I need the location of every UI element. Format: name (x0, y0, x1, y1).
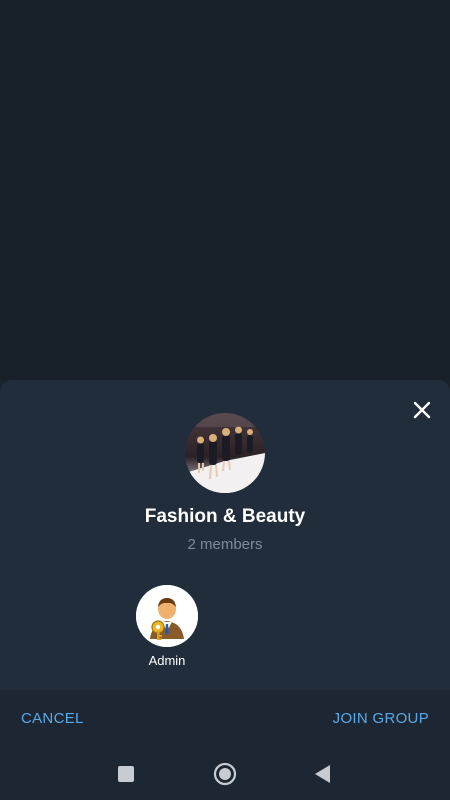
member-name: Admin (148, 653, 186, 668)
back-button[interactable] (309, 760, 337, 788)
home-button[interactable] (211, 760, 239, 788)
recents-button[interactable] (112, 760, 140, 788)
group-members-count: 2 members (187, 536, 263, 553)
dimmed-backdrop[interactable] (0, 0, 450, 380)
member-item[interactable]: Admin (134, 585, 200, 668)
screen: Fashion & Beauty 2 members Admin CANCEL … (0, 0, 450, 800)
group-avatar (185, 413, 265, 493)
action-bar: CANCEL JOIN GROUP (0, 690, 450, 748)
join-group-sheet: Fashion & Beauty 2 members Admin (0, 380, 450, 690)
triangle-back-icon (315, 765, 330, 783)
system-navigation-bar (0, 748, 450, 800)
square-icon (118, 766, 134, 782)
close-icon (413, 401, 431, 419)
close-button[interactable] (408, 396, 436, 424)
admin-avatar (136, 585, 198, 647)
join-group-button[interactable]: JOIN GROUP (333, 710, 429, 727)
group-title: Fashion & Beauty (144, 506, 306, 527)
circle-icon (213, 762, 237, 786)
admin-user-icon (136, 585, 198, 647)
cancel-button[interactable]: CANCEL (21, 710, 84, 727)
